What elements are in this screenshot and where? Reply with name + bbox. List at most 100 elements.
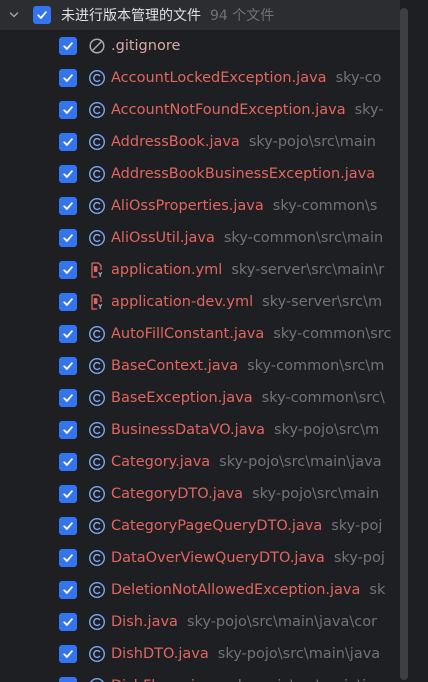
file-checkbox[interactable] [59, 485, 77, 503]
java-class-icon [88, 165, 106, 183]
file-checkbox[interactable] [59, 293, 77, 311]
file-path: sky-pojo\src\main\ja [230, 678, 375, 682]
file-path: sky-common\src [273, 326, 392, 342]
file-path: sky-pojo\src\main\java [219, 454, 382, 470]
file-path: sky-pojo\src\main [252, 486, 380, 502]
java-class-icon [88, 325, 106, 343]
file-checkbox[interactable] [59, 421, 77, 439]
file-checkbox[interactable] [59, 645, 77, 663]
file-checkbox[interactable] [59, 325, 77, 343]
java-class-icon [88, 69, 106, 87]
file-row[interactable]: DishDTO.java sky-pojo\src\main\java [0, 638, 400, 670]
file-name: DishFlavor.java [111, 678, 221, 682]
file-checkbox[interactable] [59, 613, 77, 631]
java-class-icon [88, 389, 106, 407]
file-name: CategoryPageQueryDTO.java [111, 518, 323, 534]
file-name: AliOssProperties.java [111, 198, 264, 214]
file-checkbox[interactable] [59, 197, 77, 215]
file-list: .gitignore AccountLockedException.java s… [0, 30, 400, 682]
file-path: sky-common\src\ [261, 390, 385, 406]
file-path: sky-pojo\src\m [274, 422, 380, 438]
file-row[interactable]: BaseException.java sky-common\src\ [0, 382, 400, 414]
file-path: sky-poj [331, 518, 383, 534]
file-checkbox[interactable] [59, 261, 77, 279]
file-name: BaseException.java [111, 390, 253, 406]
file-checkbox[interactable] [59, 229, 77, 247]
file-name: AddressBookBusinessException.java [111, 166, 376, 182]
file-row[interactable]: BusinessDataVO.java sky-pojo\src\m [0, 414, 400, 446]
java-class-icon [88, 549, 106, 567]
file-path: sky-poj [333, 550, 385, 566]
file-checkbox[interactable] [59, 517, 77, 535]
file-checkbox[interactable] [59, 37, 77, 55]
file-row[interactable]: DeletionNotAllowedException.java sk [0, 574, 400, 606]
file-row[interactable]: application.yml sky-server\src\main\r [0, 254, 400, 286]
file-row[interactable]: .gitignore [0, 30, 400, 62]
file-checkbox[interactable] [59, 453, 77, 471]
java-class-icon [88, 485, 106, 503]
group-title: 未进行版本管理的文件 [61, 8, 201, 24]
file-path: sky-pojo\src\main\java [217, 646, 381, 662]
java-class-icon [88, 229, 106, 247]
file-path: sky-pojo\src\main\java\cor [186, 614, 378, 630]
group-checkbox[interactable] [33, 6, 51, 24]
unversioned-files-panel: 未进行版本管理的文件 94 个文件 .gitignore AccountLock… [0, 0, 428, 682]
file-path: sky-co [335, 70, 382, 86]
file-row[interactable]: AccountLockedException.java sky-co [0, 62, 400, 94]
file-path: sky-common\s [272, 198, 378, 214]
file-row[interactable]: Category.java sky-pojo\src\main\java [0, 446, 400, 478]
chevron-down-icon[interactable] [7, 8, 21, 22]
unversioned-files-group-header[interactable]: 未进行版本管理的文件 94 个文件 [0, 0, 400, 30]
file-name: AddressBook.java [111, 134, 240, 150]
file-name: DeletionNotAllowedException.java [111, 582, 361, 598]
file-row[interactable]: AliOssUtil.java sky-common\src\main [0, 222, 400, 254]
java-class-icon [88, 197, 106, 215]
file-checkbox[interactable] [59, 101, 77, 119]
java-class-icon [88, 613, 106, 631]
java-class-icon [88, 581, 106, 599]
file-name: DishDTO.java [111, 646, 209, 662]
java-class-icon [88, 517, 106, 535]
file-name: .gitignore [111, 38, 181, 54]
file-row[interactable]: BaseContext.java sky-common\src\m [0, 350, 400, 382]
vertical-scrollbar[interactable] [400, 8, 408, 680]
file-row[interactable]: DataOverViewQueryDTO.java sky-poj [0, 542, 400, 574]
file-row[interactable]: CategoryPageQueryDTO.java sky-poj [0, 510, 400, 542]
file-row[interactable]: Dish.java sky-pojo\src\main\java\cor [0, 606, 400, 638]
file-path: sky- [354, 102, 384, 118]
file-name: BusinessDataVO.java [111, 422, 266, 438]
file-checkbox[interactable] [59, 69, 77, 87]
java-class-icon [88, 421, 106, 439]
file-row[interactable]: AutoFillConstant.java sky-common\src [0, 318, 400, 350]
file-path: sky-server\src\m [262, 294, 383, 310]
file-path: sk [369, 582, 386, 598]
java-class-icon [88, 357, 106, 375]
file-checkbox[interactable] [59, 549, 77, 567]
file-row[interactable]: CategoryDTO.java sky-pojo\src\main [0, 478, 400, 510]
group-file-count: 94 个文件 [210, 8, 275, 24]
yaml-file-icon [88, 293, 106, 311]
file-name: Dish.java [111, 614, 178, 630]
java-class-icon [88, 133, 106, 151]
file-row[interactable]: AliOssProperties.java sky-common\s [0, 190, 400, 222]
file-row[interactable]: AddressBookBusinessException.java [0, 158, 400, 190]
file-checkbox[interactable] [59, 677, 77, 682]
java-class-icon [88, 645, 106, 663]
file-row[interactable]: AddressBook.java sky-pojo\src\main [0, 126, 400, 158]
file-name: CategoryDTO.java [111, 486, 244, 502]
yaml-file-icon [88, 261, 106, 279]
file-path: sky-server\src\main\r [231, 262, 385, 278]
file-checkbox[interactable] [59, 133, 77, 151]
file-row[interactable]: DishFlavor.java sky-pojo\src\main\ja [0, 670, 400, 682]
file-checkbox[interactable] [59, 389, 77, 407]
file-row[interactable]: application-dev.yml sky-server\src\m [0, 286, 400, 318]
file-row[interactable]: AccountNotFoundException.java sky- [0, 94, 400, 126]
file-name: AccountNotFoundException.java [111, 102, 346, 118]
file-name: application.yml [111, 262, 223, 278]
file-name: Category.java [111, 454, 211, 470]
file-path: sky-pojo\src\main [248, 134, 376, 150]
file-checkbox[interactable] [59, 357, 77, 375]
file-checkbox[interactable] [59, 165, 77, 183]
file-name: application-dev.yml [111, 294, 254, 310]
file-checkbox[interactable] [59, 581, 77, 599]
